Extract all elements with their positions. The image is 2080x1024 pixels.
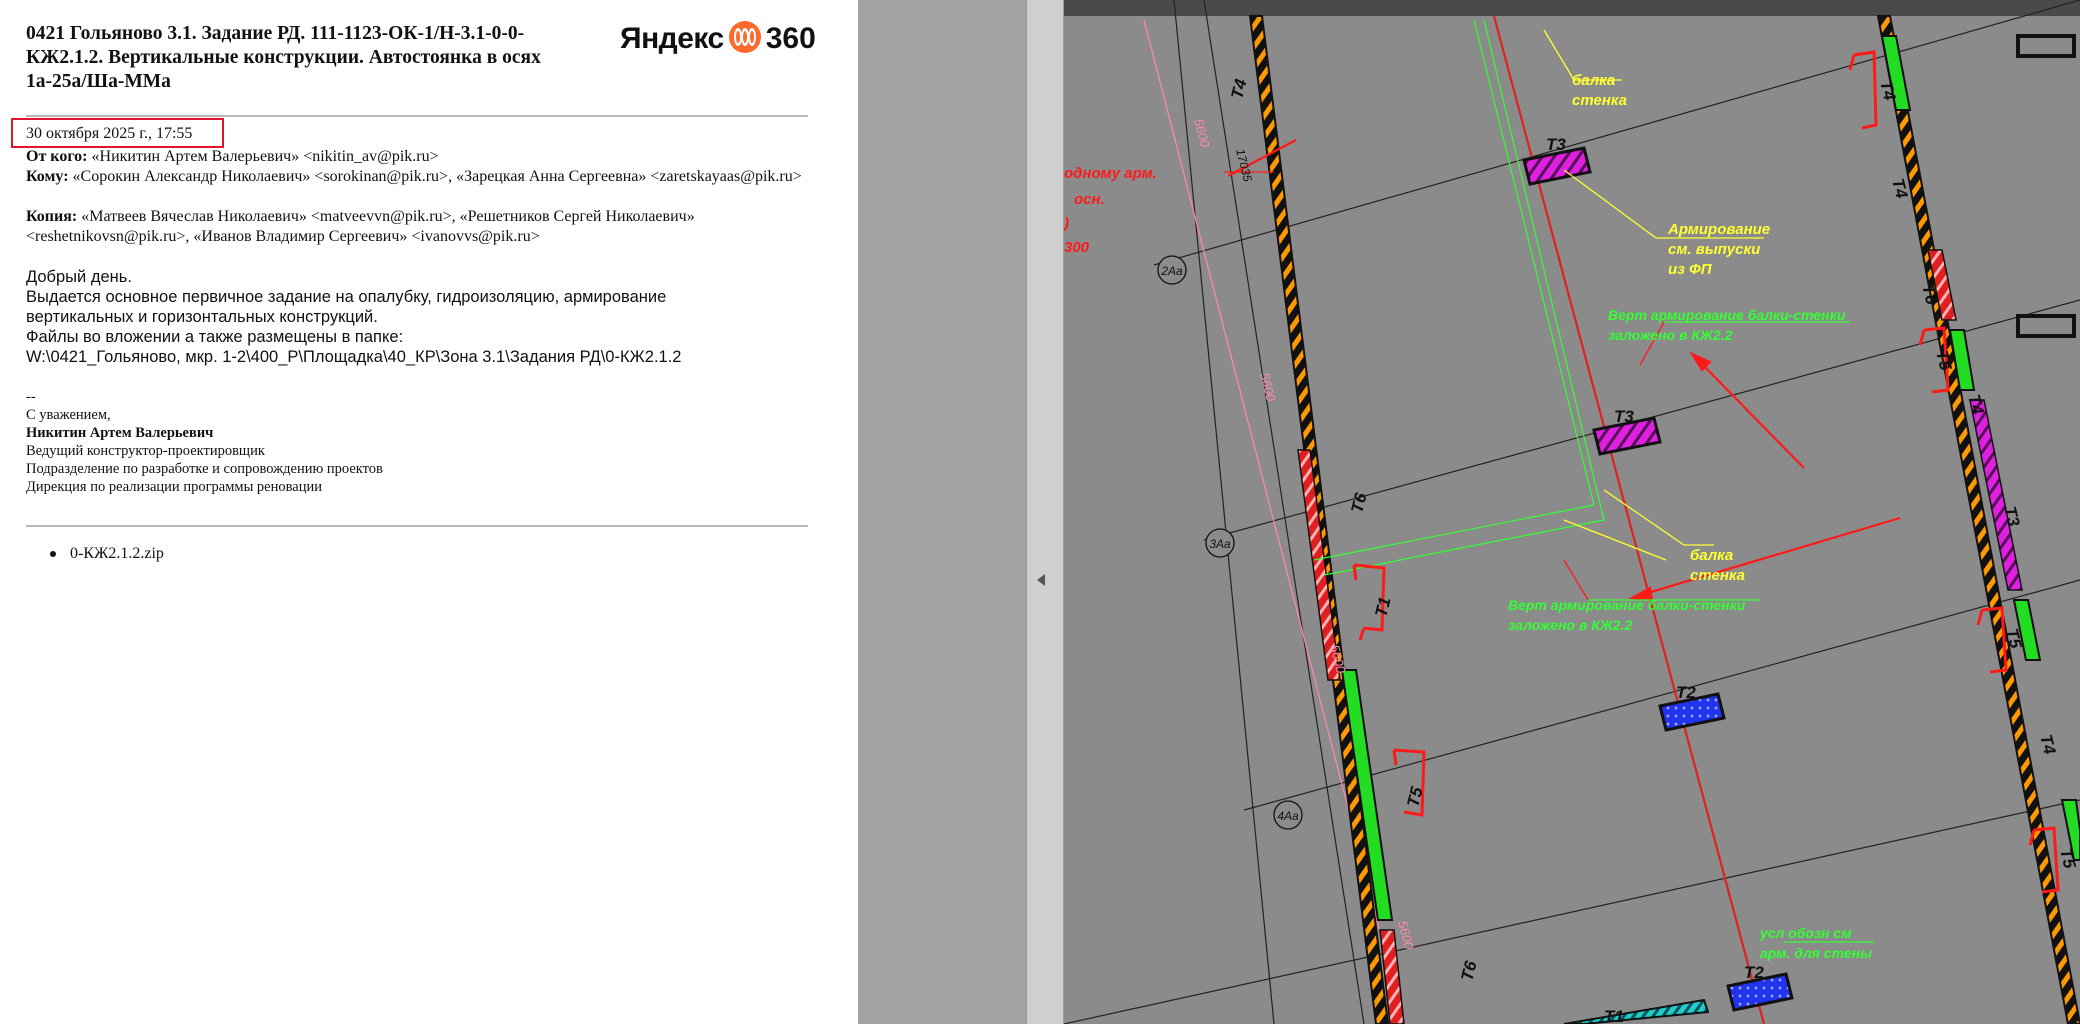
cc-value[interactable]: «Матвеев Вячеслав Николаевич» <matveevvn… [26, 208, 695, 245]
tag-t4-right-b: Т4 [1888, 176, 1911, 200]
attachment-item[interactable]: 0-КЖ2.1.2.zip [50, 545, 164, 563]
panel-splitter[interactable] [1026, 0, 1064, 1024]
label-left-note-4: 300 [1064, 239, 1090, 256]
email-message: 0421 Гольяново 3.1. Задание РД. 111-1123… [0, 0, 858, 1024]
right-wall [1876, 15, 2080, 1024]
email-date: 30 октября 2025 г., 17:55 [26, 125, 193, 142]
signature-regards: С уважением, [26, 407, 111, 423]
cad-drawing-viewport[interactable]: 2Аа 3Аа 4Аа балка стенка Армирование см.… [1064, 0, 2080, 1024]
to-label: Кому: [26, 168, 69, 185]
tag-t6-left-b: Т6 [1457, 959, 1480, 983]
signature-division: Подразделение по разработке и сопровожде… [26, 461, 383, 477]
column-t2 [1658, 692, 1794, 1012]
bullet-icon [50, 551, 56, 557]
axis-label-4aa: 4Аа [1277, 809, 1299, 823]
tag-t4-left: Т4 [1227, 77, 1250, 101]
axis-label-3aa: 3Аа [1209, 537, 1231, 551]
email-folder-path: W:\0421_Гольяново, мкр. 1-2\400_Р\Площад… [26, 348, 682, 366]
yellow-leaders [1543, 29, 1764, 561]
dim-5600-4: 5600 [1395, 919, 1417, 951]
dim-5600-2: 5600 [1257, 371, 1279, 403]
header-divider [26, 115, 808, 117]
label-bottom-note-1: усл обозн см [1759, 925, 1852, 941]
label-beam-wall-2b: стенка [1690, 567, 1745, 584]
edge-symbols [2016, 34, 2076, 338]
yandex-360-logo: Яндекс 360 [620, 18, 816, 60]
cc-label: Копия: [26, 208, 78, 225]
tag-t2-b: Т2 [1744, 963, 1764, 982]
logo-product: 360 [765, 22, 816, 55]
label-vert-reinf-2b: заложено в КЖ2.2 [1508, 617, 1633, 633]
label-reinf-c: из ФП [1668, 261, 1713, 278]
label-bottom-note-2: арм. для стены [1760, 945, 1872, 961]
tag-t1: Т1 [1604, 1007, 1624, 1024]
red-arrows [1227, 139, 1901, 602]
label-left-note-2: осн. [1074, 191, 1105, 208]
from-label: От кого: [26, 148, 88, 165]
collapse-arrow-icon[interactable] [1037, 574, 1045, 586]
tag-t5-right-c: Т5 [2056, 846, 2079, 870]
to-value[interactable]: «Сорокин Александр Николаевич» <sorokina… [73, 168, 802, 185]
email-body-line: вертикальных и горизонтальных конструкци… [26, 308, 378, 326]
axis-label-2aa: 2Аа [1160, 264, 1183, 278]
viewer-left-margin [858, 0, 1026, 1024]
email-cc: Копия: «Матвеев Вячеслав Николаевич» <ma… [26, 207, 826, 247]
signature-directorate: Дирекция по реализации программы реновац… [26, 479, 322, 495]
label-left-note-3: ) [1064, 215, 1069, 232]
cad-drawing: 2Аа 3Аа 4Аа балка стенка Армирование см.… [1064, 0, 2080, 1024]
email-body-line: Файлы во вложении а также размещены в па… [26, 328, 404, 346]
signature-position: Ведущий конструктор-проектировщик [26, 443, 265, 459]
email-body-line: Выдается основное первичное задание на о… [26, 288, 667, 306]
email-to: Кому: «Сорокин Александр Николаевич» <so… [26, 167, 826, 187]
tag-t3-b: Т3 [1614, 407, 1634, 426]
beam-wall-outline [1313, 19, 1605, 576]
column-t3 [1522, 146, 1662, 456]
signature-separator: -- [26, 389, 36, 405]
label-beam-wall-2a: балка [1690, 547, 1733, 564]
email-greeting: Добрый день. [26, 268, 132, 286]
column-t1 [1563, 998, 1710, 1024]
tag-t2-a: Т2 [1676, 683, 1696, 702]
dim-17035: 17035 [1233, 147, 1255, 183]
label-left-note-1: одному арм. [1064, 165, 1157, 182]
tag-t4-right-d: Т4 [2036, 732, 2059, 756]
from-value[interactable]: «Никитин Артем Валерьевич» <nikitin_av@p… [92, 148, 439, 165]
yandex-360-logo-mark-icon [728, 20, 762, 59]
label-reinf-b: см. выпуски [1668, 241, 1760, 258]
logo-brand: Яндекс [620, 22, 724, 55]
tag-t3-a: Т3 [1546, 135, 1566, 154]
email-subject: 0421 Гольяново 3.1. Задание РД. 111-1123… [26, 23, 541, 92]
label-reinf-a: Армирование [1667, 221, 1770, 238]
email-from: От кого: «Никитин Артем Валерьевич» <nik… [26, 147, 826, 167]
label-beam-wall-1a: балка [1572, 72, 1615, 89]
attachments-divider [26, 525, 808, 527]
label-vert-reinf-1a: Верт армирование балки-стенки [1608, 307, 1846, 323]
signature-name: Никитин Артем Валерьевич [26, 425, 214, 441]
label-vert-reinf-2a: Верт армирование балки-стенки [1508, 597, 1746, 613]
label-beam-wall-1b: стенка [1572, 92, 1627, 109]
label-vert-reinf-1b: заложено в КЖ2.2 [1608, 327, 1733, 343]
tag-t1-left: Т1 [1371, 595, 1394, 619]
attachment-filename[interactable]: 0-КЖ2.1.2.zip [70, 545, 164, 563]
tag-t6-left-a: Т6 [1347, 491, 1370, 515]
dim-5600-1: 5600 [1191, 117, 1213, 149]
